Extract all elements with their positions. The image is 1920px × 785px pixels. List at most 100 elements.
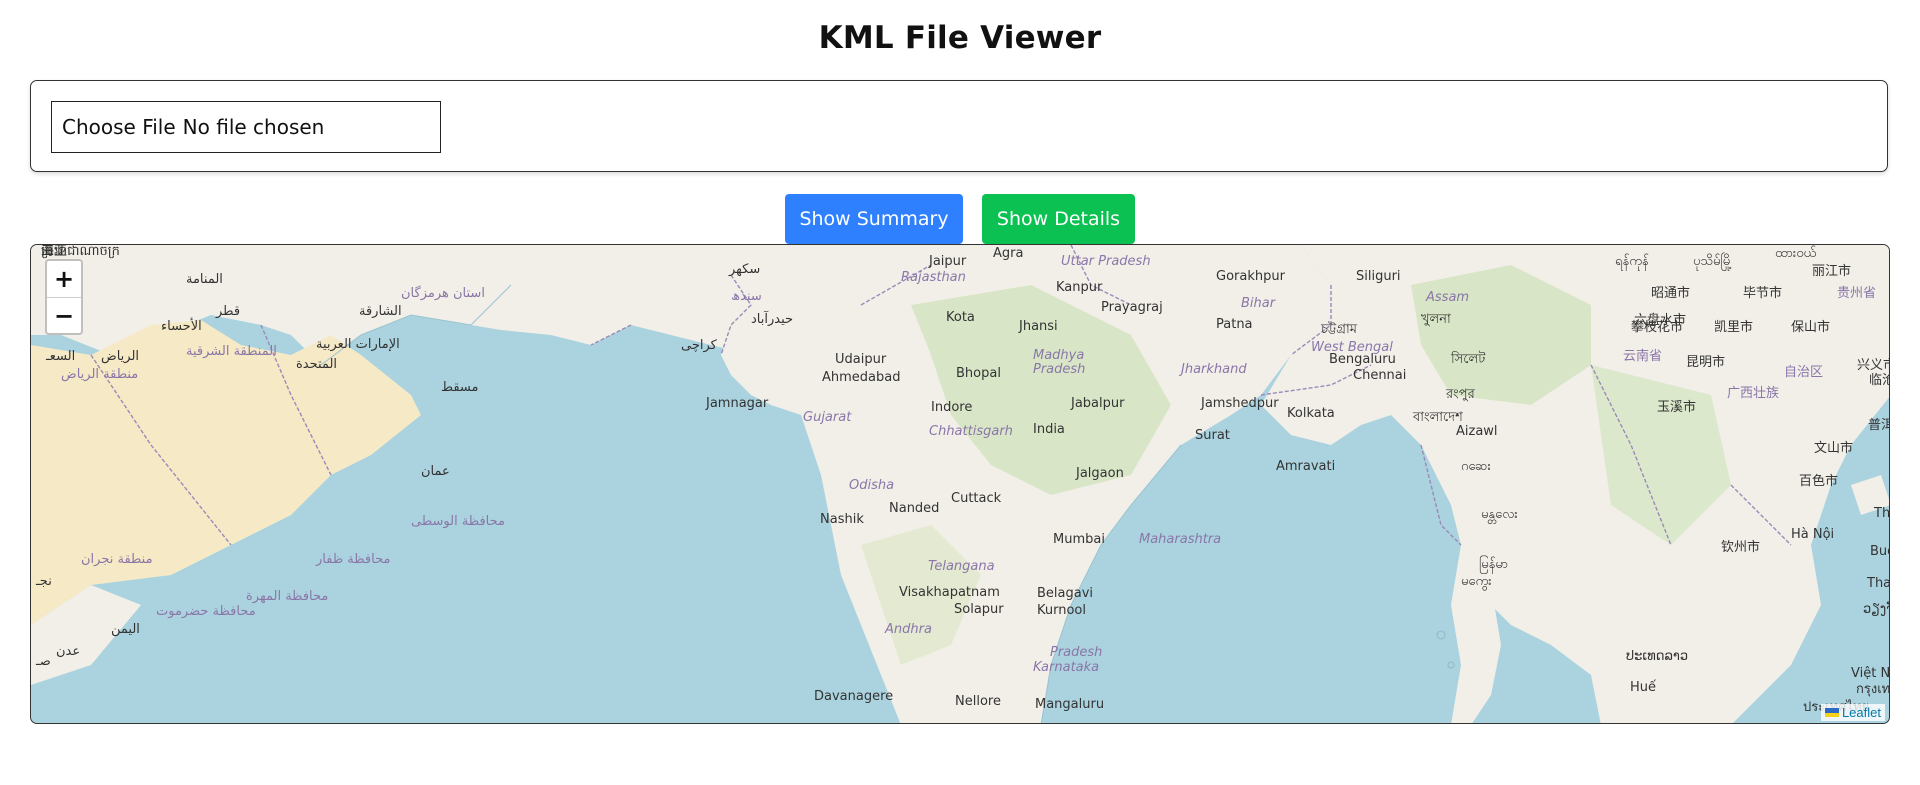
map-place-label: ປະເທດລາວ [1626,649,1688,664]
map-place-label: Chhattisgarh [929,424,1013,439]
map-place-label: Indore [931,400,972,415]
map-place-label: Buôn Ma [1870,544,1890,559]
map-place-label: Davanagere [814,689,893,704]
file-upload-panel: Choose File No file chosen [30,80,1888,172]
map-place-label: Bihar [1241,296,1277,311]
map-place-label: 凯里市 [1714,319,1753,335]
map-place-label: Việt Nam [1851,666,1890,681]
map-place-label: กรุงเทพมหานคร [1856,682,1890,697]
map-place-label: Cuttack [951,491,1002,506]
map-place-label: Nashik [820,512,864,527]
zoom-in-button[interactable]: + [47,261,81,298]
map-place-label: Udaipur [835,352,887,367]
map-place-label: Siliguri [1356,269,1401,284]
map-place-label: الإمارات العربية [316,337,400,352]
map-place-label: Surat [1195,428,1230,443]
map-place-label: রংপুর [1445,387,1476,402]
map-place-label: Bhopal [956,366,1001,381]
leaflet-link[interactable]: Leaflet [1842,705,1881,720]
map-place-label: صـ [35,654,51,669]
map-place-label: Jhansi [1018,319,1058,334]
map-place-label: ရန်ကုန် [1615,253,1649,271]
ukraine-flag-icon [1824,708,1839,717]
map-place-label: منطقة الرياض [61,367,138,382]
map-place-label: 自治区 [1784,365,1823,380]
map-place-label: Chennai [1353,368,1406,383]
map-place-label: Jamshedpur [1200,396,1279,411]
map-place-label: 文山市 [1814,440,1853,456]
map-place-label: Gujarat [803,410,852,425]
map-place-label: ပုသိမ်မြို့ [1693,252,1732,271]
map-place-label: 玉溪市 [1657,399,1696,415]
map-place-label: استان هرمزگان [401,285,485,301]
map-place-label: 钦州市 [1721,539,1760,555]
map-place-label: Thuột [1873,506,1890,521]
map-place-label: 丽江市 [1812,263,1851,279]
map-place-label: حیدرآباد [751,310,793,327]
map-place-label: Andhra [884,622,932,637]
map-place-label: မန္တလေး [1481,507,1518,524]
map-place-label: India [1033,422,1065,437]
map-place-label: Odisha [849,478,894,493]
map-place-label: ဂဆေး [1461,459,1491,474]
map-place-label: 贵州省 [1837,286,1876,301]
map-view[interactable]: المنامة قطر الأحساء الرياض السعـ منطقة الرياض… [30,244,1890,724]
page-title: KML File Viewer [818,20,1102,56]
map-tiles: المنامة قطر الأحساء الرياض السعـ منطقة الرياض… [31,245,1890,723]
map-place-label: Ahmedabad [822,370,900,385]
map-place-label: চট্টগ্রাম [1320,321,1358,337]
map-place-label: محافظة ظفار [315,552,390,567]
map-place-label: الرياض [101,349,139,364]
map-place-label: السعـ [45,349,75,364]
map-place-label: 云南省 [1623,348,1662,364]
map-place-label: سندھ [731,289,762,304]
map-place-label: Nanded [889,501,939,516]
zoom-control: + − [45,259,83,335]
show-details-button[interactable]: Show Details [982,194,1135,244]
map-place-label: Uttar Pradesh [1061,254,1151,269]
map-place-label: Jabalpur [1070,396,1125,411]
map-place-label: မကွေး [1461,574,1492,591]
map-place-label: Hà Nội [1791,527,1834,542]
map-place-label: မြန်မာ [1479,555,1508,574]
map-place-label: اليمن [111,622,140,637]
map-place-label: বাংলাদেশ [1412,410,1463,425]
map-place-label: Jamnagar [705,396,769,411]
map-place-label: Pradesh [1033,362,1085,377]
map-attribution[interactable]: Leaflet [1820,704,1885,721]
map-place-label: Agra [993,246,1023,261]
map-place-label: Mangaluru [1035,697,1104,712]
map-place-label: عمان [421,464,450,479]
map-place-label: Nellore [955,694,1001,709]
map-place-label: المنامة [186,272,223,287]
kml-file-input[interactable]: Choose File No file chosen [51,101,441,153]
map-place-label: الشارقة [359,304,402,319]
map-place-label: 海 [41,245,54,259]
map-place-label: 临沧市 [1869,372,1890,388]
map-place-label: সিলেট [1450,351,1486,367]
map-place-label: 百色市 [1799,473,1838,489]
map-place-label: 六盘水市 [1634,312,1686,328]
map-place-label: قطر [215,304,240,319]
map-place-label: Thanh Hóa [1866,576,1890,591]
map-place-label: 昆明市 [1686,354,1725,370]
map-place-label: کراچی [681,338,718,353]
map-place-label: محافظة حضرموت [156,604,256,619]
map-place-label: الأحساء [161,317,202,334]
zoom-out-button[interactable]: − [47,298,81,333]
map-place-label: Jalgaon [1075,466,1124,481]
map-place-label: سکھر [728,262,760,277]
map-place-label: Telangana [928,559,995,574]
map-place-label: Pradesh [1050,645,1102,660]
choose-file-label[interactable]: Choose File [62,115,176,139]
map-place-label: Jaipur [928,254,967,269]
map-place-label: محافظة الوسطى [411,514,505,529]
show-summary-button[interactable]: Show Summary [785,194,963,244]
map-place-label: Aizawl [1456,424,1498,439]
file-status-text: No file chosen [182,115,325,139]
map-place-label: Rajasthan [901,270,966,285]
map-place-label: Patna [1216,317,1253,332]
map-place-label: Amravati [1276,459,1335,474]
map-place-label: Solapur [954,602,1004,617]
map-place-label: Assam [1425,290,1469,305]
